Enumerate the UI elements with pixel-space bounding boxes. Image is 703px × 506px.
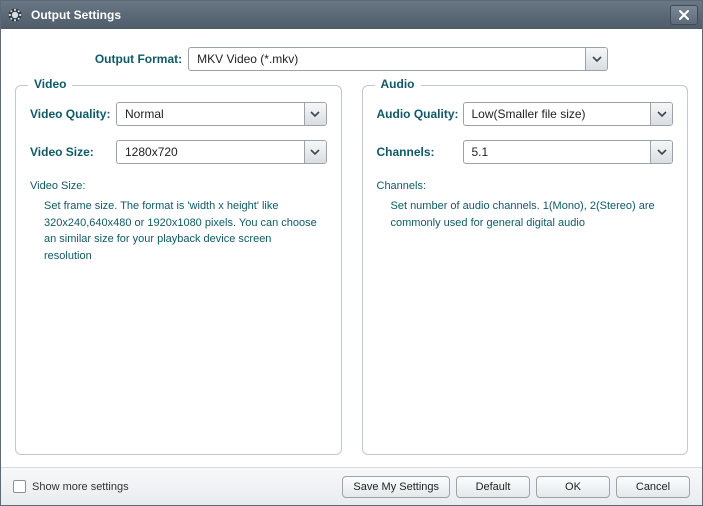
- panels: Video Video Quality: Normal Video Size: …: [15, 85, 688, 455]
- audio-help-text: Set number of audio channels. 1(Mono), 2…: [377, 198, 674, 231]
- save-settings-button[interactable]: Save My Settings: [342, 476, 450, 498]
- channels-row: Channels: 5.1: [377, 140, 674, 164]
- ok-button[interactable]: OK: [536, 476, 610, 498]
- chevron-down-icon: [650, 103, 672, 125]
- close-icon: [677, 9, 691, 21]
- titlebar: Output Settings: [1, 1, 702, 29]
- audio-quality-row: Audio Quality: Low(Smaller file size): [377, 102, 674, 126]
- audio-help-title: Channels:: [377, 180, 674, 192]
- show-more-label: Show more settings: [32, 481, 129, 493]
- window: Output Settings Output Format: MKV Video…: [0, 0, 703, 506]
- output-format-select[interactable]: MKV Video (*.mkv): [188, 47, 608, 71]
- video-quality-value: Normal: [117, 107, 304, 121]
- channels-select[interactable]: 5.1: [463, 140, 674, 164]
- audio-panel: Audio Audio Quality: Low(Smaller file si…: [362, 85, 689, 455]
- video-help-text: Set frame size. The format is 'width x h…: [30, 198, 327, 264]
- video-quality-label: Video Quality:: [30, 107, 116, 121]
- chevron-down-icon: [585, 48, 607, 70]
- chevron-down-icon: [304, 103, 326, 125]
- audio-legend: Audio: [375, 77, 421, 91]
- chevron-down-icon: [650, 141, 672, 163]
- window-title: Output Settings: [31, 8, 670, 22]
- audio-quality-value: Low(Smaller file size): [464, 107, 651, 121]
- chevron-down-icon: [304, 141, 326, 163]
- audio-help: Channels: Set number of audio channels. …: [377, 180, 674, 231]
- dialog-body: Output Format: MKV Video (*.mkv) Video V…: [1, 29, 702, 505]
- output-format-label: Output Format:: [95, 52, 182, 66]
- video-panel: Video Video Quality: Normal Video Size: …: [15, 85, 342, 455]
- video-size-value: 1280x720: [117, 145, 304, 159]
- close-button[interactable]: [670, 5, 698, 25]
- audio-quality-label: Audio Quality:: [377, 107, 463, 121]
- video-quality-select[interactable]: Normal: [116, 102, 327, 126]
- default-button[interactable]: Default: [456, 476, 530, 498]
- video-legend: Video: [28, 77, 72, 91]
- channels-value: 5.1: [464, 145, 651, 159]
- footer: Show more settings Save My Settings Defa…: [1, 467, 702, 505]
- cancel-button[interactable]: Cancel: [616, 476, 690, 498]
- video-help-title: Video Size:: [30, 180, 327, 192]
- gear-icon: [7, 7, 23, 23]
- video-quality-row: Video Quality: Normal: [30, 102, 327, 126]
- video-size-label: Video Size:: [30, 145, 116, 159]
- output-format-value: MKV Video (*.mkv): [189, 52, 585, 66]
- checkbox-icon: [13, 480, 26, 493]
- audio-quality-select[interactable]: Low(Smaller file size): [463, 102, 674, 126]
- video-help: Video Size: Set frame size. The format i…: [30, 180, 327, 264]
- output-format-row: Output Format: MKV Video (*.mkv): [15, 47, 688, 71]
- video-size-row: Video Size: 1280x720: [30, 140, 327, 164]
- channels-label: Channels:: [377, 145, 463, 159]
- video-size-select[interactable]: 1280x720: [116, 140, 327, 164]
- show-more-checkbox[interactable]: Show more settings: [13, 480, 129, 493]
